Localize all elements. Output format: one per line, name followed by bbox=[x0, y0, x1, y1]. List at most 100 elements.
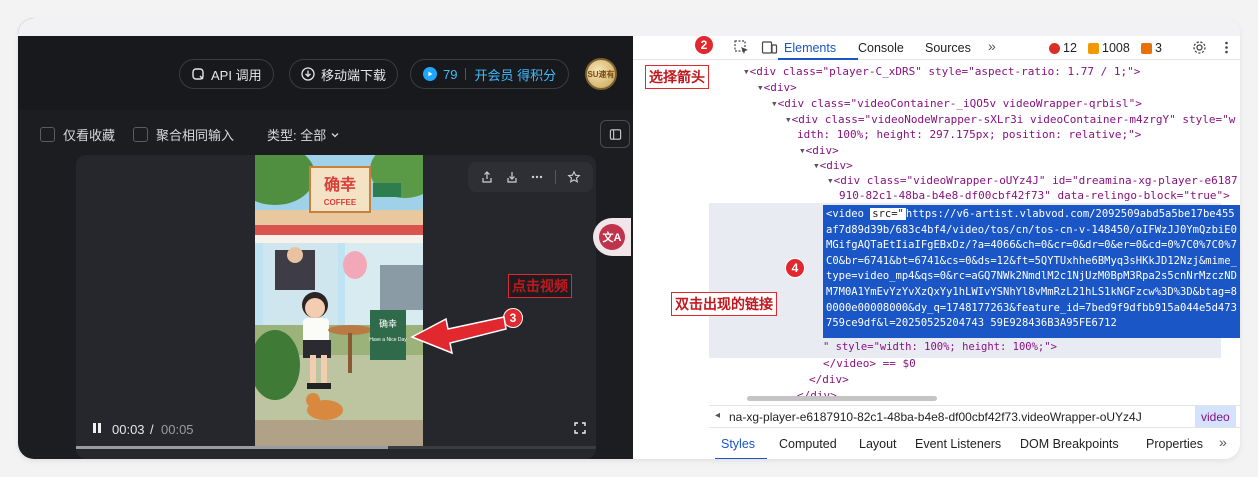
tab-computed[interactable]: Computed bbox=[779, 437, 837, 451]
translate-button[interactable]: 文A bbox=[593, 218, 631, 256]
tab-properties[interactable]: Properties bbox=[1146, 437, 1203, 451]
device-toolbar-icon[interactable] bbox=[761, 39, 778, 56]
dom-node[interactable]: ▾<div> bbox=[799, 143, 839, 159]
more-tabs-icon[interactable]: » bbox=[1219, 434, 1227, 450]
pause-icon[interactable] bbox=[90, 421, 104, 435]
tab-elements[interactable]: Elements bbox=[784, 41, 836, 55]
more-icon[interactable] bbox=[530, 170, 544, 184]
favorites-only-checkbox[interactable]: 仅看收藏 bbox=[40, 125, 115, 144]
favorites-only-label: 仅看收藏 bbox=[63, 128, 116, 143]
tab-event-listeners[interactable]: Event Listeners bbox=[915, 437, 1001, 451]
dom-node[interactable]: ▾<div class="videoNodeWrapper-sXLr3i vid… bbox=[785, 112, 1235, 128]
checkbox-box bbox=[40, 127, 55, 142]
src-attr-label: src=" bbox=[870, 208, 906, 220]
breadcrumb-current[interactable]: video bbox=[1195, 406, 1236, 428]
chevron-down-icon bbox=[331, 132, 339, 137]
error-count-value: 12 bbox=[1063, 41, 1077, 55]
board-sub-text: Have a Nice Day bbox=[369, 337, 407, 343]
inspect-element-icon[interactable] bbox=[733, 39, 750, 56]
star-icon[interactable] bbox=[567, 170, 581, 184]
breadcrumb-back-icon[interactable]: ◂ bbox=[715, 410, 720, 421]
dom-tree: ▾<div class="player-C_xDRS" style="aspec… bbox=[709, 60, 1240, 402]
horizontal-scrollbar[interactable] bbox=[747, 396, 937, 401]
tab-sources[interactable]: Sources bbox=[925, 41, 971, 55]
video-src-link[interactable]: <video src=" https://v6-artist.vlabvod.co… bbox=[823, 205, 1240, 338]
merge-same-input-checkbox[interactable]: 聚合相同输入 bbox=[133, 125, 234, 144]
api-icon bbox=[192, 68, 204, 80]
download-icon bbox=[301, 67, 315, 81]
video-close-tag: </video> == $0 bbox=[823, 356, 916, 372]
time-separator: / bbox=[150, 422, 154, 437]
active-tab-indicator bbox=[715, 458, 767, 459]
sidebar-toggle-button[interactable] bbox=[600, 120, 630, 148]
member-points-button[interactable]: 79 开会员 得积分 bbox=[410, 59, 570, 89]
devtools-top-strip bbox=[633, 18, 1240, 36]
api-button[interactable]: API 调用 bbox=[179, 59, 274, 89]
step-3-arrow-icon bbox=[410, 316, 507, 355]
error-count[interactable]: 12 bbox=[1049, 41, 1077, 55]
dom-node-text: <div class="videoContainer-_iQO5v videoW… bbox=[777, 97, 1142, 110]
translate-icon: 文A bbox=[599, 224, 625, 250]
app-pane: API 调用 移动端下载 79 开会员 得积分 SU速有 仅看收藏 聚合相同输入… bbox=[18, 18, 633, 459]
dom-node-text: <div> bbox=[763, 81, 797, 94]
more-tabs-icon[interactable]: » bbox=[988, 38, 996, 54]
tab-layout[interactable]: Layout bbox=[859, 437, 897, 451]
points-coin-icon bbox=[423, 67, 437, 81]
issue-count[interactable]: 3 bbox=[1141, 41, 1162, 55]
screenshot-frame: API 调用 移动端下载 79 开会员 得积分 SU速有 仅看收藏 聚合相同输入… bbox=[18, 18, 1240, 459]
video-frame-illustration: 确幸 COFFEE 确幸 Have a Nice Day bbox=[255, 155, 423, 448]
dom-node[interactable]: ▾<div class="videoContainer-_iQO5v video… bbox=[771, 96, 1142, 112]
video-player[interactable]: 确幸 COFFEE 确幸 Have a Nice Day bbox=[255, 155, 423, 448]
dom-node[interactable]: ▾<div> bbox=[757, 80, 797, 96]
step-4-note: 双击出现的链接 bbox=[671, 292, 777, 316]
progress-bar[interactable] bbox=[76, 446, 596, 449]
download-icon[interactable] bbox=[505, 170, 519, 184]
dom-node-text: <div> bbox=[819, 159, 853, 172]
share-icon[interactable] bbox=[480, 170, 494, 184]
div-close-tag: </div> bbox=[809, 372, 849, 388]
dom-node-text: <div class="videoWrapper-oUYz4J" id="dre… bbox=[833, 174, 1238, 187]
tab-console[interactable]: Console bbox=[858, 41, 904, 55]
video-style-attr: " style="width: 100%; height: 100%;"> bbox=[823, 340, 1057, 356]
merge-same-input-label: 聚合相同输入 bbox=[156, 128, 235, 143]
toolbar-divider bbox=[555, 170, 557, 184]
video-close-text: </video> == $0 bbox=[823, 357, 916, 370]
devtools-gutter bbox=[633, 60, 709, 459]
board-sign-text: 确幸 bbox=[379, 318, 397, 330]
gear-icon[interactable] bbox=[1191, 39, 1208, 56]
mobile-download-button[interactable]: 移动端下载 bbox=[289, 59, 399, 89]
dom-node-text: <div class="videoNodeWrapper-sXLr3i vide… bbox=[791, 113, 1236, 126]
dom-node[interactable]: ▾<div class="videoWrapper-oUYz4J" id="dr… bbox=[827, 173, 1238, 189]
dom-node-wrap: 910-82c1-48ba-b4e8-df00cbf42f73" data-re… bbox=[839, 188, 1230, 204]
coffee-sign-text: COFFEE bbox=[324, 198, 357, 207]
src-url: https://v6-artist.vlabvod.com/2092509abd… bbox=[826, 208, 1237, 330]
dom-node[interactable]: ▾<div class="player-C_xDRS" style="aspec… bbox=[743, 64, 1140, 80]
issue-count-value: 3 bbox=[1155, 41, 1162, 55]
checkbox-box bbox=[133, 127, 148, 142]
video-toolbar bbox=[468, 162, 593, 192]
styles-tab-bar: Styles Computed Layout Event Listeners D… bbox=[709, 427, 1240, 459]
member-label: 开会员 得积分 bbox=[474, 67, 557, 83]
pill-divider bbox=[465, 68, 467, 80]
breadcrumb-path[interactable]: na-xg-player-e6187910-82c1-48ba-b4e8-df0… bbox=[729, 410, 1142, 424]
devtools-pane: Elements Console Sources » 12 1008 3 ▾<d… bbox=[633, 18, 1240, 459]
shop-sign-text: 确幸 bbox=[324, 175, 356, 194]
api-label: API 调用 bbox=[211, 67, 262, 83]
mobile-download-label: 移动端下载 bbox=[321, 67, 387, 83]
warning-count-value: 1008 bbox=[1102, 41, 1130, 55]
kebab-menu-icon[interactable] bbox=[1218, 39, 1235, 56]
type-filter-select[interactable]: 类型: 全部 bbox=[267, 125, 340, 144]
current-time: 00:03 bbox=[112, 422, 145, 437]
dom-node[interactable]: ▾<div> bbox=[813, 158, 853, 174]
fullscreen-icon[interactable] bbox=[573, 421, 587, 435]
issue-icon bbox=[1141, 42, 1152, 54]
step-4-badge: 4 bbox=[785, 258, 805, 278]
dom-node-text: idth: 100%; height: 297.175px; position:… bbox=[797, 128, 1142, 141]
type-filter-label: 类型: 全部 bbox=[267, 128, 327, 143]
warning-count[interactable]: 1008 bbox=[1088, 41, 1130, 55]
panel-icon bbox=[609, 128, 621, 140]
step-2-note: 选择箭头 bbox=[645, 65, 709, 89]
avatar[interactable]: SU速有 bbox=[585, 58, 617, 90]
tab-dom-breakpoints[interactable]: DOM Breakpoints bbox=[1020, 437, 1119, 451]
tab-styles[interactable]: Styles bbox=[721, 437, 755, 451]
